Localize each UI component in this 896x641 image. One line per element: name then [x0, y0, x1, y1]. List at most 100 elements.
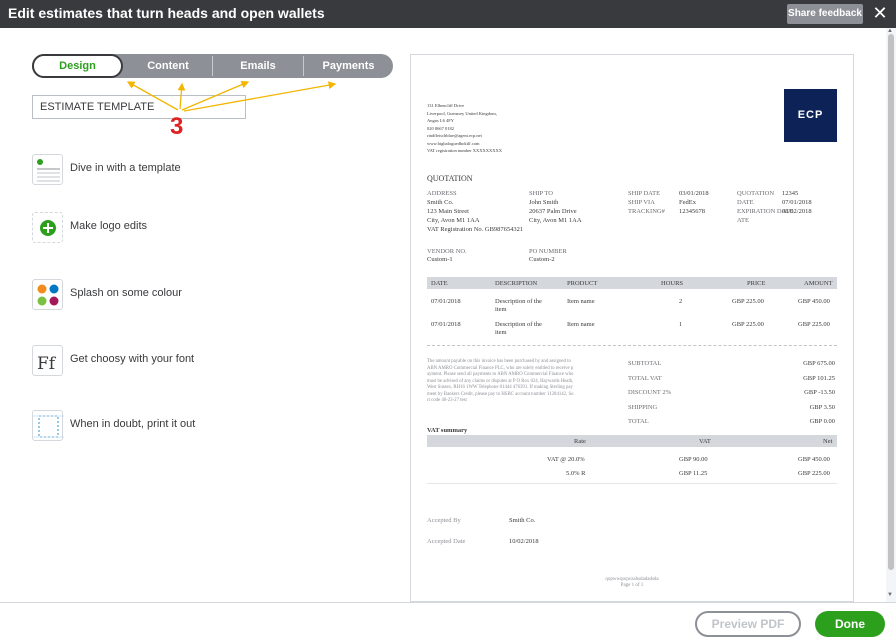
row-hours: 1: [679, 321, 683, 328]
column-header: DESCRIPTION: [495, 280, 538, 287]
total-value: GBP -13.50: [804, 389, 835, 397]
company-line: 020 8667 0182: [427, 125, 454, 131]
divider: [427, 345, 837, 346]
total-label: SUBTOTAL: [628, 360, 662, 367]
ship-meta-labels: SHIP DATE SHIP VIA TRACKING#: [628, 189, 665, 216]
total-label: TOTAL VAT: [628, 374, 662, 382]
address-line: 123 Main Street: [427, 208, 469, 215]
address-block: ADDRESS Smith Co. 123 Main Street City, …: [427, 189, 523, 234]
total-value: GBP 675.00: [803, 360, 835, 367]
row-price: GBP 225.00: [732, 321, 764, 328]
accepted-date-label: Accepted Date: [427, 538, 466, 545]
quote-meta-value: 07/01/2018: [782, 199, 812, 206]
accepted-by-label: Accepted By: [427, 517, 461, 524]
vertical-scrollbar[interactable]: ▲ ▼: [886, 28, 896, 602]
description-line: item: [495, 306, 507, 313]
note-line: West Sussex, RH16 1WW Telephone 01444 47…: [427, 385, 573, 390]
vat-summary-title: VAT summary: [427, 427, 468, 434]
vat-summary-header: [427, 435, 837, 447]
row-date: 07/01/2018: [431, 298, 461, 305]
share-feedback-button[interactable]: Share feedback: [787, 4, 863, 24]
ship-meta-label: SHIP DATE: [628, 190, 661, 197]
row-amount: GBP 225.00: [798, 321, 830, 328]
address-line: VAT Registration No. GB987654321: [427, 226, 524, 233]
line-items-header: [427, 277, 837, 289]
scroll-thumb[interactable]: [888, 34, 894, 570]
total-label: TOTAL: [628, 418, 649, 426]
column-header: HOURS: [661, 280, 684, 287]
ship-to-line: John Smith: [529, 199, 559, 206]
preview-pdf-button[interactable]: Preview PDF: [695, 611, 801, 637]
column-header: PRICE: [747, 280, 766, 287]
vat-net: GBP 225.00: [798, 470, 830, 477]
totals-labels: SUBTOTAL TOTAL VAT DISCOUNT 2% SHIPPING …: [628, 357, 671, 430]
vat-amount: GBP 90.00: [679, 456, 708, 463]
note-line: rt code 40-23-27 test: [427, 398, 467, 403]
tab-bar: Design Content Emails Payments: [32, 54, 393, 78]
row-product: Item name: [567, 321, 595, 328]
accepted-by-value: Smith Co.: [509, 517, 536, 524]
note-line: The amount payable on this invoice has b…: [427, 359, 571, 364]
font-icon: Ff: [32, 345, 63, 376]
quote-meta-value: 06/02/2018: [782, 208, 812, 215]
feature-label: Make logo edits: [70, 220, 148, 232]
template-icon: [32, 154, 63, 185]
column-header: PRODUCT: [567, 280, 598, 287]
total-label: DISCOUNT 2%: [628, 389, 672, 397]
feature-label: Dive in with a template: [70, 162, 181, 174]
description-line: item: [495, 329, 507, 336]
company-line: rindfleischblue@agent.ecp.net: [427, 133, 482, 138]
tab-emails[interactable]: Emails: [213, 54, 303, 78]
vendor-no-label: VENDOR NO.: [427, 248, 467, 255]
tab-content[interactable]: Content: [123, 54, 213, 78]
description-line: Description of the: [495, 298, 542, 305]
svg-text:Ff: Ff: [37, 354, 57, 374]
company-logo[interactable]: ECP: [784, 89, 837, 142]
company-line: Angus L6 4FY: [427, 118, 455, 123]
scroll-down-icon[interactable]: ▼: [887, 592, 893, 598]
po-number-label: PO NUMBER: [529, 248, 567, 255]
feature-label: When in doubt, print it out: [70, 418, 196, 430]
close-icon[interactable]: ✕: [870, 2, 890, 24]
add-logo-icon: [32, 212, 63, 243]
company-line: VAT registration number XXXXXXXXX: [427, 148, 502, 153]
dialog-title: Edit estimates that turn heads and open …: [8, 5, 325, 21]
accepted-date-value: 10/02/2018: [509, 538, 539, 545]
column-header: DATE: [431, 280, 448, 287]
done-button[interactable]: Done: [815, 611, 885, 637]
dialog-footer: Preview PDF Done: [0, 602, 896, 641]
total-value: GBP 0.00: [809, 418, 835, 426]
tab-payments[interactable]: Payments: [304, 54, 393, 78]
vat-column-header: Rate: [574, 438, 586, 445]
ship-meta-value: 03/01/2018: [679, 190, 709, 197]
ship-meta-label: TRACKING#: [628, 208, 665, 215]
total-value: GBP 101.25: [803, 374, 835, 382]
row-date: 07/01/2018: [431, 321, 461, 328]
payment-note: The amount payable on this invoice has b…: [427, 359, 574, 405]
vat-rate: 5.0% R: [566, 470, 586, 477]
description-line: Description of the: [495, 321, 542, 328]
quote-meta-value: 12345: [782, 190, 799, 197]
po-number-value: Custom-2: [529, 256, 555, 263]
feature-label: Splash on some colour: [70, 287, 182, 299]
divider: [427, 483, 837, 484]
row-price: GBP 225.00: [732, 298, 764, 305]
page-number: Page 1 of 1: [620, 583, 644, 588]
ship-meta-values: 03/01/2018 FedEx 12345678: [679, 189, 709, 216]
vat-column-header: Net: [823, 438, 833, 445]
company-line: Liverpool, Guernsey United Kingdom,: [427, 110, 497, 116]
quote-meta-label: ATE: [737, 217, 749, 224]
vat-net: GBP 450.00: [798, 456, 830, 463]
palette-icon: [32, 279, 63, 310]
row-product: Item name: [567, 298, 595, 305]
ship-meta-label: SHIP VIA: [628, 199, 655, 206]
template-name-input[interactable]: ESTIMATE TEMPLATE: [32, 95, 246, 119]
tab-design[interactable]: Design: [32, 54, 123, 78]
quote-meta-values: 12345 07/01/2018 06/02/2018: [782, 189, 812, 216]
company-line: 131 Elbencliff Drive: [427, 103, 465, 108]
row-amount: GBP 450.00: [798, 298, 830, 305]
total-label: SHIPPING: [628, 403, 658, 411]
vat-amount: GBP 11.25: [679, 470, 708, 477]
ship-to-line: 20637 Palm Drive: [529, 208, 577, 215]
ship-meta-value: 12345678: [679, 208, 705, 215]
